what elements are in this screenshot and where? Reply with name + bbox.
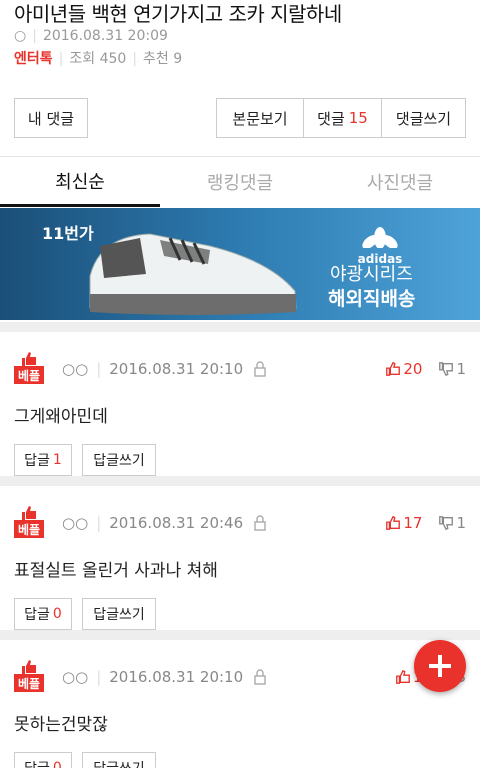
thumbs-down-icon[interactable] — [438, 361, 454, 377]
comment-author: ○○ — [62, 668, 89, 686]
view-body-button[interactable]: 본문보기 — [216, 98, 304, 138]
plus-icon — [429, 655, 451, 677]
write-comment-label: 댓글쓰기 — [395, 109, 452, 128]
reply-label: 답글 — [24, 607, 50, 623]
view-body-label: 본문보기 — [232, 109, 288, 128]
comment-meta: ○○ | 2016.08.31 20:10 — [62, 360, 267, 378]
comment-toolbar: 내 댓글 본문보기 댓글 15 댓글쓰기 — [0, 98, 480, 140]
write-reply-button[interactable]: 답글쓰기 — [82, 598, 156, 630]
thumbs-up-icon — [22, 506, 36, 520]
post-header: 아미년들 백현 연기가지고 조카 지랄하네 ○ | 2016.08.31 20:09… — [0, 0, 480, 80]
comment-date: 2016.08.31 20:46 — [109, 514, 244, 532]
thumbs-down-icon[interactable] — [438, 515, 454, 531]
comment-votes: 17 1 — [385, 514, 466, 532]
reply-label: 답글 — [24, 453, 50, 469]
comment-tabs: 최신순 랭킹댓글 사진댓글 — [0, 157, 480, 207]
add-comment-fab[interactable] — [414, 640, 466, 692]
comment-item: 베플 ○○ | 2016.08.31 20:46 17 1 표절실트 올린거 사과나… — [0, 476, 480, 636]
tab-photo[interactable]: 사진댓글 — [320, 157, 480, 207]
comment-meta: ○○ | 2016.08.31 20:46 — [62, 514, 267, 532]
tab-ranking[interactable]: 랭킹댓글 — [160, 157, 320, 207]
write-reply-button[interactable]: 답글쓰기 — [82, 444, 156, 476]
views-count: 450 — [99, 51, 127, 67]
best-badge: 베플 — [14, 352, 44, 386]
write-reply-label: 답글쓰기 — [93, 607, 145, 623]
reply-count: 0 — [52, 606, 62, 622]
trefoil-icon — [362, 227, 398, 249]
my-comments-label: 내 댓글 — [27, 109, 75, 128]
comment-text: 못하는건맞잖 — [14, 715, 108, 735]
thumbs-up-icon[interactable] — [395, 669, 411, 685]
best-badge-label: 베플 — [14, 520, 44, 538]
comment-text: 그게왜아민데 — [14, 407, 108, 427]
post-category[interactable]: 엔터톡 — [14, 51, 53, 67]
write-reply-label: 답글쓰기 — [93, 758, 145, 768]
reply-count: 1 — [52, 452, 62, 468]
write-reply-label: 답글쓰기 — [93, 453, 145, 469]
comment-meta: ○○ | 2016.08.31 20:10 — [62, 668, 267, 686]
comment-date: 2016.08.31 20:10 — [109, 668, 244, 686]
comment-author: ○○ — [62, 360, 89, 378]
downvote-count: 1 — [456, 514, 466, 532]
comments-button[interactable]: 댓글 15 — [303, 98, 382, 138]
views-label: 조회 — [69, 51, 96, 67]
reply-button[interactable]: 답글0 — [14, 598, 72, 630]
post-date: 2016.08.31 20:09 — [42, 28, 168, 44]
lock-icon[interactable] — [253, 669, 267, 685]
best-badge: 베플 — [14, 506, 44, 540]
post-author: ○ — [14, 28, 27, 44]
thumbs-up-icon[interactable] — [385, 515, 401, 531]
lock-icon[interactable] — [253, 515, 267, 531]
thumbs-up-icon — [22, 352, 36, 366]
best-badge-label: 베플 — [14, 366, 44, 384]
write-reply-button[interactable]: 답글쓰기 — [82, 752, 156, 768]
downvote-count: 1 — [456, 360, 466, 378]
reply-count: 0 — [52, 760, 62, 768]
best-badge: 베플 — [14, 660, 44, 694]
thumbs-up-icon[interactable] — [385, 361, 401, 377]
upvote-count: 20 — [403, 360, 423, 378]
ad-line1: 야광시리즈 — [330, 264, 413, 285]
comments-label: 댓글 — [317, 109, 345, 128]
reply-label: 답글 — [24, 758, 50, 768]
post-title: 아미년들 백현 연기가지고 조카 지랄하네 — [14, 2, 342, 26]
comment-author: ○○ — [62, 514, 89, 532]
comments-count: 15 — [348, 109, 368, 127]
my-comments-button[interactable]: 내 댓글 — [14, 98, 88, 138]
write-comment-button[interactable]: 댓글쓰기 — [381, 98, 466, 138]
comment-votes: 20 1 — [385, 360, 466, 378]
upvote-count: 17 — [403, 514, 423, 532]
recommend-label: 추천 — [143, 51, 169, 67]
post-stats: 엔터톡 | 조회 450 | 추천 9 — [14, 51, 183, 67]
comment-item: 베플 ○○ | 2016.08.31 20:10 20 1 그게왜아민데 답글 1 답… — [0, 322, 480, 482]
reply-button[interactable]: 답글 1 — [14, 444, 72, 476]
comment-item: 베플 ○○|2016.08.31 20:10 1 3 못하는건맞잖 답글0 답글… — [0, 630, 480, 768]
tab-latest[interactable]: 최신순 — [0, 157, 160, 207]
lock-icon[interactable] — [253, 361, 267, 377]
thumbs-up-icon — [22, 660, 36, 674]
comment-date: 2016.08.31 20:10 — [109, 360, 244, 378]
reply-button[interactable]: 답글0 — [14, 752, 72, 768]
best-badge-label: 베플 — [14, 674, 44, 692]
sneaker-image — [89, 233, 297, 315]
comment-text: 표절실트 올린거 사과나 쳐해 — [14, 561, 218, 581]
ad-line2: 해외직배송 — [328, 288, 416, 310]
recommend-count: 9 — [173, 51, 183, 67]
ad-banner[interactable]: 11번가 adidas 야광시리즈 해외직배송 — [0, 208, 480, 320]
post-meta: ○ | 2016.08.31 20:09 — [14, 28, 168, 44]
